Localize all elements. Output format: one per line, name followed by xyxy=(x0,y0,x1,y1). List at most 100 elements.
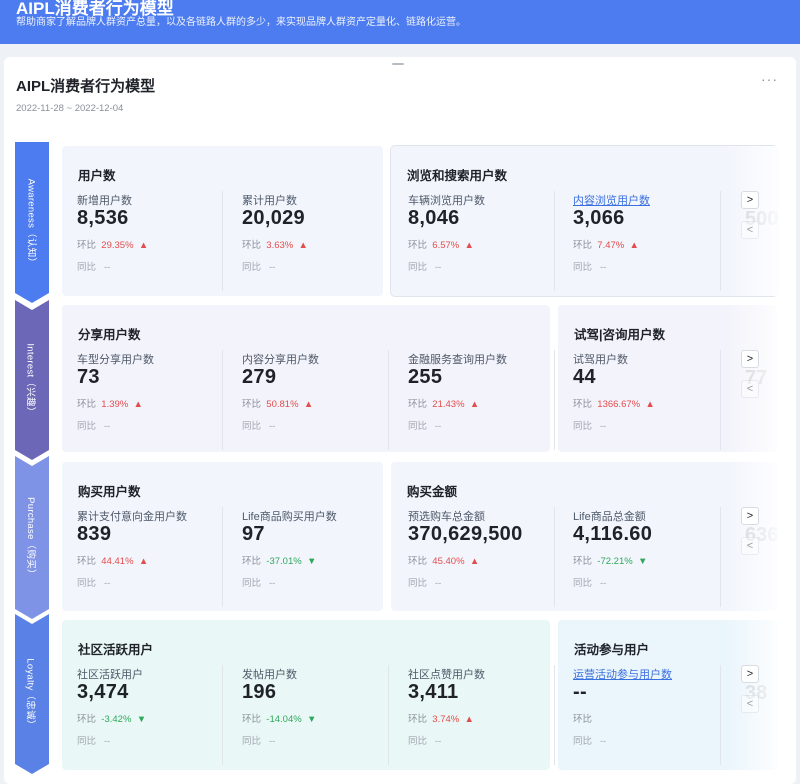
metric-divider xyxy=(554,191,555,291)
ring-ratio-value: 45.40% xyxy=(432,556,465,567)
metric-card: 社区活跃用户 xyxy=(62,620,550,770)
trend-up-icon: ▲ xyxy=(464,240,474,251)
yoy-ratio: 同比 -- xyxy=(573,575,606,589)
yoy-label: 同比 xyxy=(408,421,428,432)
ring-ratio-label: 环比 xyxy=(242,399,262,410)
metric-value: 8,046 xyxy=(408,207,460,229)
prev-page-button[interactable]: < xyxy=(741,380,759,398)
ring-ratio-label: 环比 xyxy=(242,240,262,251)
metric-label: 社区活跃用户 xyxy=(77,669,143,681)
more-menu-icon[interactable]: ··· xyxy=(761,71,778,87)
stage-2: Purchase（购买） xyxy=(15,456,49,619)
ring-ratio-label: 环比 xyxy=(77,556,97,567)
ring-ratio-value: 21.43% xyxy=(432,399,465,410)
yoy-label: 同比 xyxy=(242,578,262,589)
next-page-button[interactable]: > xyxy=(741,507,759,525)
metric-value: 8,536 xyxy=(77,207,129,229)
yoy-value: -- xyxy=(434,736,442,747)
yoy-ratio: 同比 -- xyxy=(77,418,110,432)
yoy-label: 同比 xyxy=(77,421,97,432)
metric-divider xyxy=(222,665,223,765)
ring-ratio-value: 3.74% xyxy=(432,714,460,725)
yoy-label: 同比 xyxy=(77,578,97,589)
prev-page-button[interactable]: < xyxy=(741,695,759,713)
ring-ratio-label: 环比 xyxy=(77,240,97,251)
panel-title: AIPL消费者行为模型 xyxy=(16,78,156,95)
next-page-button[interactable]: > xyxy=(741,350,759,368)
ring-ratio: 环比 7.47% ▲ xyxy=(573,237,639,251)
yoy-ratio: 同比 -- xyxy=(242,575,275,589)
stage-3: Loyalty（忠诚） xyxy=(15,614,49,774)
trend-up-icon: ▲ xyxy=(645,399,655,410)
ring-ratio-label: 环比 xyxy=(77,399,97,410)
ring-ratio: 环比 21.43% ▲ xyxy=(408,396,479,410)
yoy-value: -- xyxy=(599,262,607,273)
yoy-label: 同比 xyxy=(573,736,593,747)
ring-ratio-value: 44.41% xyxy=(101,556,134,567)
ring-ratio: 环比 45.40% ▲ xyxy=(408,553,479,567)
card-title: 购买用户数 xyxy=(78,485,141,499)
yoy-value: -- xyxy=(103,421,111,432)
metric-value: 196 xyxy=(242,681,277,703)
ring-ratio: 环比 -14.04% ▼ xyxy=(242,711,316,725)
yoy-value: -- xyxy=(434,262,442,273)
trend-up-icon: ▲ xyxy=(469,399,480,410)
next-page-button[interactable]: > xyxy=(741,665,759,683)
stage-label: Loyalty（忠诚） xyxy=(25,658,36,730)
yoy-label: 同比 xyxy=(242,421,262,432)
ring-ratio: 环比 1.39% ▲ xyxy=(77,396,143,410)
overflow-fade xyxy=(726,620,796,770)
yoy-label: 同比 xyxy=(573,262,593,273)
metric-value: 44 xyxy=(573,366,596,388)
metric-label: 内容分享用户数 xyxy=(242,354,319,366)
ring-ratio: 环比 3.63% ▲ xyxy=(242,237,308,251)
ring-ratio: 环比 1366.67% ▲ xyxy=(573,396,655,410)
ring-ratio-value: -72.21% xyxy=(597,556,633,567)
trend-down-icon: ▼ xyxy=(136,714,147,725)
metric-label[interactable]: 内容浏览用户数 xyxy=(573,192,650,208)
ring-ratio-value: 29.35% xyxy=(101,240,134,251)
metric-value: 20,029 xyxy=(242,207,305,229)
metric-divider xyxy=(720,350,721,450)
metric-divider xyxy=(720,665,721,765)
metric-divider xyxy=(222,507,223,607)
yoy-value: -- xyxy=(103,262,111,273)
metric-label: 试驾用户数 xyxy=(573,354,628,366)
date-range: 2022-11-28 ~ 2022-12-04 xyxy=(16,103,124,114)
trend-down-icon: ▼ xyxy=(306,714,317,725)
metric-divider xyxy=(554,350,555,450)
yoy-value: -- xyxy=(268,736,276,747)
page-banner: AIPL消费者行为模型 帮助商家了解品牌人群资产总量，以及各链路人群的多少，来实… xyxy=(0,0,800,44)
ring-ratio-label: 环比 xyxy=(573,556,593,567)
yoy-value: -- xyxy=(434,421,442,432)
metric-label: Life商品购买用户数 xyxy=(242,511,337,523)
metric-label: 累计用户数 xyxy=(242,195,297,207)
metric-divider xyxy=(720,191,721,291)
metric-label: Life商品总金额 xyxy=(573,511,646,523)
stage-label: Interest（兴趣） xyxy=(25,343,37,417)
drag-handle[interactable] xyxy=(392,63,404,65)
yoy-ratio: 同比 -- xyxy=(242,418,275,432)
yoy-value: -- xyxy=(268,578,276,589)
metric-value: 97 xyxy=(242,523,265,545)
yoy-ratio: 同比 -- xyxy=(408,733,441,747)
metric-value: 3,066 xyxy=(573,207,625,229)
next-page-button[interactable]: > xyxy=(741,191,759,209)
metric-value: 3,411 xyxy=(408,681,459,703)
yoy-value: -- xyxy=(103,736,111,747)
trend-down-icon: ▼ xyxy=(306,556,317,567)
trend-up-icon: ▲ xyxy=(629,240,639,251)
metric-divider xyxy=(222,350,223,450)
ring-ratio-label: 环比 xyxy=(573,714,593,725)
yoy-value: -- xyxy=(268,421,276,432)
yoy-label: 同比 xyxy=(408,578,428,589)
metric-divider xyxy=(388,665,389,765)
trend-up-icon: ▲ xyxy=(298,240,308,251)
prev-page-button[interactable]: < xyxy=(741,221,759,239)
overflow-fade xyxy=(726,462,796,611)
yoy-ratio: 同比 -- xyxy=(573,418,606,432)
ring-ratio-value: -37.01% xyxy=(266,556,302,567)
metric-label[interactable]: 运营活动参与用户数 xyxy=(573,666,672,682)
prev-page-button[interactable]: < xyxy=(741,537,759,555)
stage-label: Awareness（认知） xyxy=(25,178,37,267)
